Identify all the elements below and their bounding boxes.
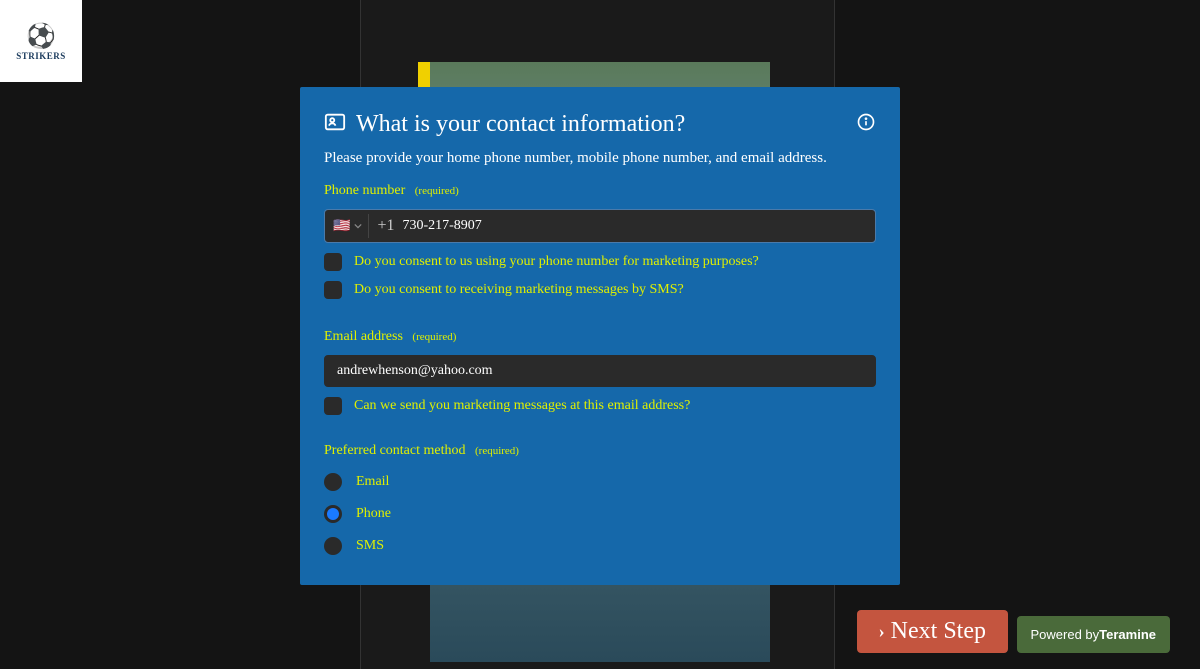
modal-title: What is your contact information?	[356, 111, 685, 138]
preferred-contact-label-text: Preferred contact method	[324, 443, 466, 458]
powered-by-prefix: Powered by	[1031, 627, 1100, 642]
contact-card-icon	[324, 111, 346, 138]
phone-label: Phone number (required)	[324, 183, 876, 199]
phone-label-text: Phone number	[324, 183, 405, 198]
sms-consent-checkbox[interactable]	[324, 281, 342, 299]
logo-block: ⚽ STRIKERS	[0, 0, 82, 82]
email-required-text: (required)	[412, 331, 456, 343]
phone-required-text: (required)	[415, 185, 459, 197]
email-label: Email address (required)	[324, 329, 876, 345]
email-label-text: Email address	[324, 329, 403, 344]
powered-by-brand: Teramine	[1099, 627, 1156, 642]
next-step-button[interactable]: › Next Step	[857, 610, 1008, 653]
flag-icon: 🇺🇸	[333, 218, 350, 235]
preferred-contact-label: Preferred contact method (required)	[324, 443, 876, 459]
country-code-selector[interactable]: 🇺🇸	[333, 214, 369, 238]
preferred-contact-required-text: (required)	[475, 445, 519, 457]
email-marketing-consent-checkbox[interactable]	[324, 397, 342, 415]
radio-email-label: Email	[356, 474, 389, 490]
powered-by-badge[interactable]: Powered byTeramine	[1017, 616, 1171, 653]
contact-info-modal: What is your contact information? Please…	[300, 87, 900, 585]
phone-marketing-consent-checkbox[interactable]	[324, 253, 342, 271]
phone-marketing-consent-label: Do you consent to us using your phone nu…	[354, 254, 759, 270]
radio-phone-label: Phone	[356, 506, 391, 522]
email-marketing-consent-label: Can we send you marketing messages at th…	[354, 398, 690, 414]
chevron-down-icon	[354, 222, 362, 230]
email-input[interactable]	[324, 355, 876, 387]
dial-code: +1	[377, 217, 394, 235]
next-step-label: Next Step	[891, 618, 986, 645]
logo-shield-icon: ⚽	[26, 22, 56, 51]
radio-sms-label: SMS	[356, 538, 384, 554]
phone-input-container: 🇺🇸 +1	[324, 209, 876, 243]
modal-subtitle: Please provide your home phone number, m…	[324, 150, 876, 167]
radio-phone[interactable]	[324, 505, 342, 523]
phone-input[interactable]	[402, 218, 867, 234]
info-icon[interactable]	[856, 112, 876, 137]
sms-consent-label: Do you consent to receiving marketing me…	[354, 282, 684, 298]
chevron-right-icon: ›	[879, 621, 885, 642]
radio-email[interactable]	[324, 473, 342, 491]
logo-brand-text: STRIKERS	[16, 51, 66, 61]
radio-sms[interactable]	[324, 537, 342, 555]
